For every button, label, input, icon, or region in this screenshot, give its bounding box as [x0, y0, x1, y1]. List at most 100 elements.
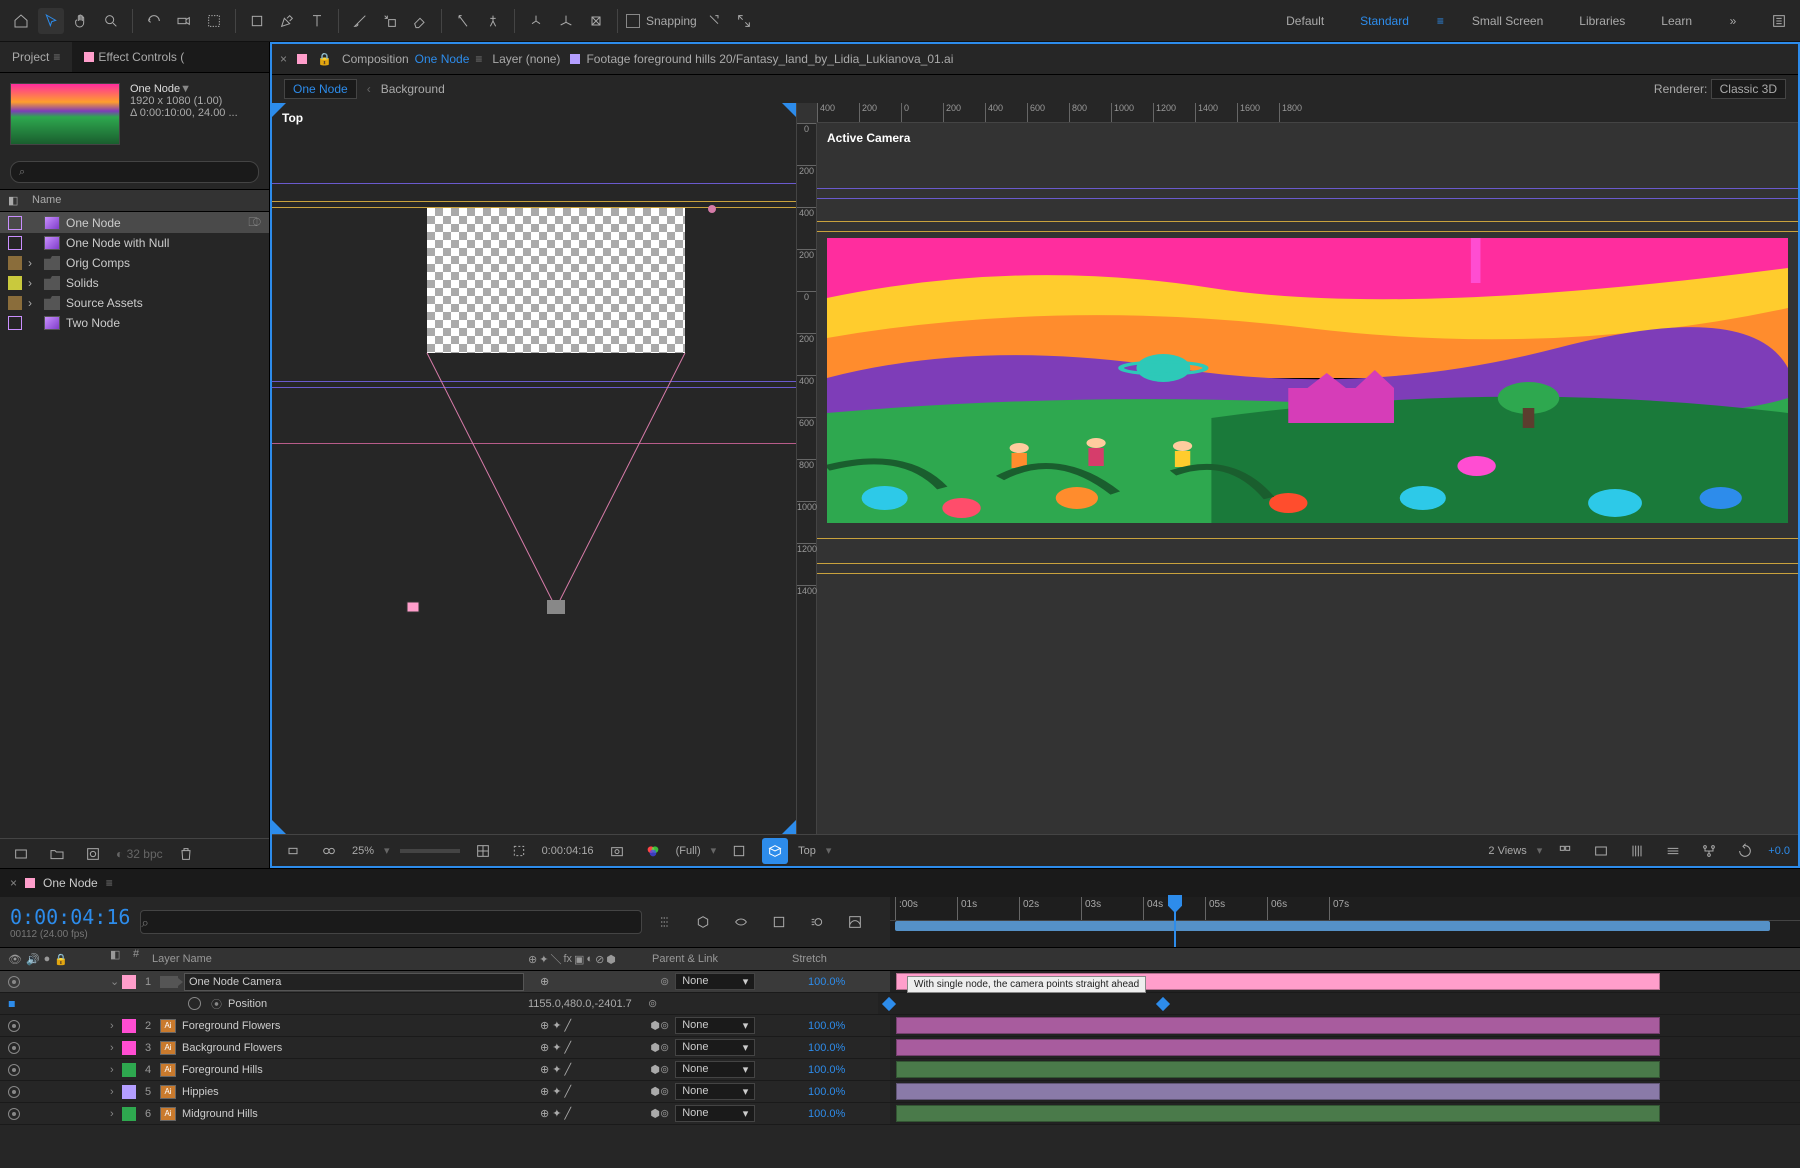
- layer-duration-bar[interactable]: [896, 1105, 1660, 1122]
- axis-local-icon[interactable]: [523, 8, 549, 34]
- flowchart-icon[interactable]: [1696, 838, 1722, 864]
- composition-tab[interactable]: Composition One Node ≡: [342, 52, 482, 66]
- view-layout-dropdown[interactable]: Top: [798, 845, 816, 857]
- brush-tool-icon[interactable]: [347, 8, 373, 34]
- exposure-value[interactable]: +0.0: [1768, 845, 1790, 857]
- lock-icon[interactable]: 🔒: [317, 52, 332, 66]
- stretch-value[interactable]: 100.0%: [800, 976, 890, 988]
- stretch-value[interactable]: 100.0%: [800, 1108, 890, 1120]
- resolution-dropdown[interactable]: (Full): [676, 845, 701, 857]
- stretch-col-header[interactable]: Stretch: [788, 948, 878, 970]
- stretch-value[interactable]: 100.0%: [800, 1042, 890, 1054]
- project-item[interactable]: One Node with Null: [0, 233, 269, 253]
- snap-collapse-icon[interactable]: [731, 8, 757, 34]
- lock-col-icon[interactable]: 🔒: [54, 953, 68, 966]
- axis-world-icon[interactable]: [553, 8, 579, 34]
- time-ruler[interactable]: :00s01s02s03s04s05s06s07s: [890, 897, 1800, 921]
- frame-blend-icon[interactable]: [766, 909, 792, 935]
- project-item[interactable]: › Solids: [0, 273, 269, 293]
- layer-row[interactable]: › 4 AiForeground Hills ⊕ ✦ ╱ ⬢ ⊚None▾ 10…: [0, 1059, 1800, 1081]
- parent-col-header[interactable]: Parent & Link: [648, 948, 788, 970]
- stretch-value[interactable]: 100.0%: [800, 1086, 890, 1098]
- selection-tool-icon[interactable]: [38, 8, 64, 34]
- home-icon[interactable]: [8, 8, 34, 34]
- current-time-display[interactable]: 0:00:04:16: [542, 845, 594, 857]
- workspace-grip-icon[interactable]: ≡: [1437, 14, 1444, 28]
- layer-tab[interactable]: Layer (none): [492, 52, 560, 66]
- transparency-grid-icon[interactable]: [726, 838, 752, 864]
- layer-label-swatch[interactable]: [122, 1063, 136, 1077]
- parent-pickwhip-icon[interactable]: ⊚: [660, 975, 669, 988]
- keyframe-nav-icon[interactable]: ◆: [5, 996, 20, 1011]
- workspace-learn[interactable]: Learn: [1653, 10, 1700, 32]
- parent-pickwhip-icon[interactable]: ⊚: [660, 1019, 669, 1032]
- parent-dropdown[interactable]: None▾: [675, 1083, 755, 1100]
- delete-icon[interactable]: [173, 841, 199, 867]
- layer-duration-bar[interactable]: [896, 1017, 1660, 1034]
- workspace-libraries[interactable]: Libraries: [1571, 10, 1633, 32]
- layer-name-col-header[interactable]: Layer Name: [148, 948, 528, 970]
- shy-icon[interactable]: [728, 909, 754, 935]
- draft-3d-icon[interactable]: [690, 909, 716, 935]
- layer-row[interactable]: › 5 AiHippies ⊕ ✦ ╱ ⬢ ⊚None▾ 100.0%: [0, 1081, 1800, 1103]
- grid-options-icon[interactable]: [1552, 838, 1578, 864]
- interpret-footage-icon[interactable]: [8, 841, 34, 867]
- top-view[interactable]: Top: [272, 103, 797, 834]
- visibility-toggle[interactable]: [8, 1020, 20, 1032]
- twirl-icon[interactable]: ›: [110, 1020, 122, 1032]
- layer-duration-bar[interactable]: [896, 1061, 1660, 1078]
- project-item[interactable]: › Orig Comps: [0, 253, 269, 273]
- parent-dropdown[interactable]: None▾: [675, 973, 755, 990]
- clone-tool-icon[interactable]: [377, 8, 403, 34]
- workspace-overflow-icon[interactable]: »: [1720, 8, 1746, 34]
- timeline-icon[interactable]: [1660, 838, 1686, 864]
- video-col-icon[interactable]: 👁: [8, 953, 22, 966]
- layer-label-swatch[interactable]: [122, 1041, 136, 1055]
- twirl-icon[interactable]: ›: [110, 1108, 122, 1120]
- new-comp-icon[interactable]: [80, 841, 106, 867]
- rectangle-tool-icon[interactable]: [244, 8, 270, 34]
- effect-controls-tab[interactable]: Effect Controls (: [72, 42, 196, 72]
- project-item[interactable]: One Node ⎄: [0, 212, 269, 233]
- parent-dropdown[interactable]: None▾: [675, 1017, 755, 1034]
- layer-label-swatch[interactable]: [122, 1019, 136, 1033]
- visibility-toggle[interactable]: [8, 1064, 20, 1076]
- snapping-toggle[interactable]: Snapping: [626, 14, 697, 28]
- property-value[interactable]: 1155.0,480.0,-2401.7: [528, 998, 648, 1010]
- renderer-dropdown[interactable]: Classic 3D: [1711, 79, 1786, 99]
- graph-editor-icon[interactable]: [842, 909, 868, 935]
- zoom-slider[interactable]: [400, 849, 460, 853]
- parent-pickwhip-icon[interactable]: ⊚: [660, 1085, 669, 1098]
- axis-view-icon[interactable]: [583, 8, 609, 34]
- roi-icon[interactable]: [506, 838, 532, 864]
- current-time-indicator[interactable]: [1174, 897, 1176, 947]
- visibility-toggle[interactable]: [8, 1042, 20, 1054]
- workspace-small[interactable]: Small Screen: [1464, 10, 1551, 32]
- visibility-toggle[interactable]: [8, 976, 20, 988]
- layer-duration-bar[interactable]: [896, 1039, 1660, 1056]
- flowchart-icon[interactable]: ⎄: [248, 215, 261, 230]
- layer-name-input[interactable]: [184, 973, 524, 991]
- layer-row[interactable]: › 3 AiBackground Flowers ⊕ ✦ ╱ ⬢ ⊚None▾ …: [0, 1037, 1800, 1059]
- comp-mini-flowchart-icon[interactable]: [652, 909, 678, 935]
- breadcrumb-current[interactable]: One Node: [284, 79, 357, 99]
- puppet-tool-icon[interactable]: [480, 8, 506, 34]
- graph-toggle-icon[interactable]: ⦿: [211, 996, 222, 1012]
- stretch-value[interactable]: 100.0%: [800, 1020, 890, 1032]
- fast-preview-icon[interactable]: [1624, 838, 1650, 864]
- timeline-search-input[interactable]: [140, 910, 642, 934]
- 3d-glasses-icon[interactable]: [316, 838, 342, 864]
- camera-tool-icon[interactable]: [171, 8, 197, 34]
- twirl-icon[interactable]: ⌄: [110, 975, 122, 988]
- footage-tab[interactable]: Footage foreground hills 20/Fantasy_land…: [570, 52, 953, 66]
- layer-label-swatch[interactable]: [122, 1085, 136, 1099]
- keyframe-icon[interactable]: [882, 997, 896, 1011]
- audio-col-icon[interactable]: 🔊: [26, 953, 40, 966]
- snapshot-icon[interactable]: [604, 838, 630, 864]
- channel-icon[interactable]: [640, 838, 666, 864]
- twirl-icon[interactable]: ›: [28, 276, 38, 290]
- layer-label-swatch[interactable]: [122, 975, 136, 989]
- keyframe-icon[interactable]: [1156, 997, 1170, 1011]
- twirl-icon[interactable]: ›: [110, 1064, 122, 1076]
- parent-dropdown[interactable]: None▾: [675, 1039, 755, 1056]
